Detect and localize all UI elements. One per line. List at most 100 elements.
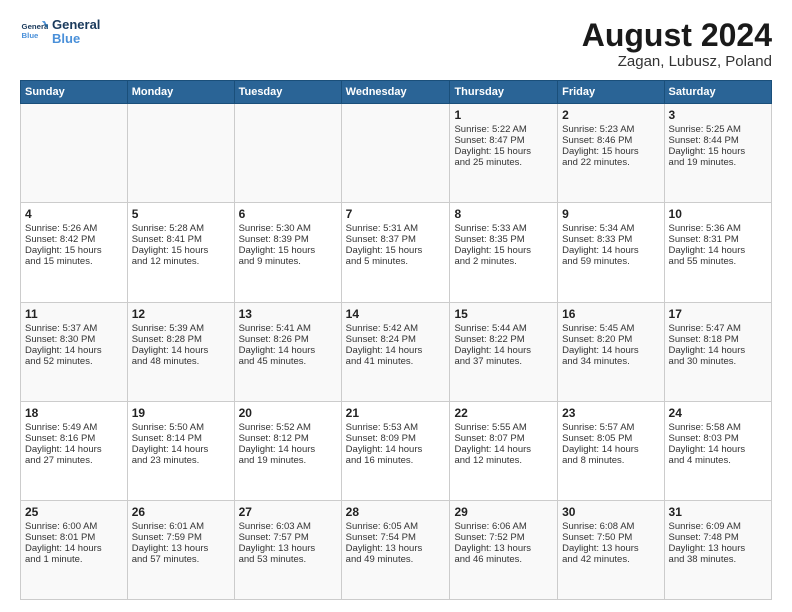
day-info: Daylight: 14 hours: [346, 345, 446, 356]
day-info: Sunset: 8:46 PM: [562, 135, 659, 146]
day-info: and 42 minutes.: [562, 554, 659, 565]
day-info: Sunset: 8:22 PM: [454, 334, 553, 345]
day-info: Daylight: 13 hours: [669, 543, 767, 554]
calendar-cell: 19Sunrise: 5:50 AMSunset: 8:14 PMDayligh…: [127, 401, 234, 500]
svg-text:Blue: Blue: [22, 32, 40, 41]
day-info: and 5 minutes.: [346, 256, 446, 267]
calendar-cell: 10Sunrise: 5:36 AMSunset: 8:31 PMDayligh…: [664, 203, 771, 302]
day-number: 1: [454, 108, 553, 122]
day-info: Daylight: 14 hours: [239, 444, 337, 455]
day-number: 28: [346, 505, 446, 519]
day-number: 23: [562, 406, 659, 420]
day-number: 8: [454, 207, 553, 221]
calendar-cell: 14Sunrise: 5:42 AMSunset: 8:24 PMDayligh…: [341, 302, 450, 401]
day-number: 13: [239, 307, 337, 321]
day-info: and 52 minutes.: [25, 356, 123, 367]
subtitle: Zagan, Lubusz, Poland: [582, 53, 772, 70]
day-number: 7: [346, 207, 446, 221]
day-info: Sunset: 8:01 PM: [25, 532, 123, 543]
day-number: 12: [132, 307, 230, 321]
day-info: Sunrise: 5:26 AM: [25, 223, 123, 234]
calendar-cell: 3Sunrise: 5:25 AMSunset: 8:44 PMDaylight…: [664, 104, 771, 203]
day-info: Daylight: 15 hours: [25, 245, 123, 256]
title-area: August 2024 Zagan, Lubusz, Poland: [582, 18, 772, 70]
calendar-cell: 22Sunrise: 5:55 AMSunset: 8:07 PMDayligh…: [450, 401, 558, 500]
calendar-cell: 4Sunrise: 5:26 AMSunset: 8:42 PMDaylight…: [21, 203, 128, 302]
day-info: and 12 minutes.: [454, 455, 553, 466]
logo-line2: Blue: [52, 32, 100, 46]
logo-icon: General Blue: [20, 18, 48, 46]
day-number: 22: [454, 406, 553, 420]
header: General Blue General Blue August 2024 Za…: [20, 18, 772, 70]
day-info: Sunset: 7:48 PM: [669, 532, 767, 543]
day-number: 15: [454, 307, 553, 321]
day-info: and 19 minutes.: [669, 157, 767, 168]
day-info: and 41 minutes.: [346, 356, 446, 367]
calendar-cell: 20Sunrise: 5:52 AMSunset: 8:12 PMDayligh…: [234, 401, 341, 500]
day-info: and 22 minutes.: [562, 157, 659, 168]
day-info: Daylight: 13 hours: [454, 543, 553, 554]
calendar-cell: 26Sunrise: 6:01 AMSunset: 7:59 PMDayligh…: [127, 500, 234, 599]
header-day-monday: Monday: [127, 81, 234, 104]
calendar-cell: [21, 104, 128, 203]
day-info: Daylight: 13 hours: [132, 543, 230, 554]
day-info: Daylight: 14 hours: [669, 345, 767, 356]
day-info: and 45 minutes.: [239, 356, 337, 367]
day-number: 30: [562, 505, 659, 519]
day-info: Sunrise: 5:34 AM: [562, 223, 659, 234]
day-info: Daylight: 15 hours: [562, 146, 659, 157]
calendar-cell: 24Sunrise: 5:58 AMSunset: 8:03 PMDayligh…: [664, 401, 771, 500]
day-info: Sunset: 8:28 PM: [132, 334, 230, 345]
day-info: Sunrise: 5:53 AM: [346, 422, 446, 433]
calendar-cell: 6Sunrise: 5:30 AMSunset: 8:39 PMDaylight…: [234, 203, 341, 302]
day-info: Sunrise: 5:58 AM: [669, 422, 767, 433]
day-number: 14: [346, 307, 446, 321]
day-info: Daylight: 14 hours: [132, 345, 230, 356]
day-number: 10: [669, 207, 767, 221]
day-info: Sunrise: 6:00 AM: [25, 521, 123, 532]
day-info: Daylight: 13 hours: [239, 543, 337, 554]
calendar-cell: 23Sunrise: 5:57 AMSunset: 8:05 PMDayligh…: [558, 401, 664, 500]
day-info: Sunset: 8:26 PM: [239, 334, 337, 345]
day-info: Sunset: 8:30 PM: [25, 334, 123, 345]
calendar-cell: 25Sunrise: 6:00 AMSunset: 8:01 PMDayligh…: [21, 500, 128, 599]
day-info: Sunrise: 5:52 AM: [239, 422, 337, 433]
day-info: Sunset: 8:35 PM: [454, 234, 553, 245]
day-info: Daylight: 15 hours: [132, 245, 230, 256]
day-info: Sunrise: 5:36 AM: [669, 223, 767, 234]
calendar-cell: 5Sunrise: 5:28 AMSunset: 8:41 PMDaylight…: [127, 203, 234, 302]
day-number: 9: [562, 207, 659, 221]
day-info: Sunrise: 5:44 AM: [454, 323, 553, 334]
day-info: and 30 minutes.: [669, 356, 767, 367]
calendar-cell: 9 Sunrise: 5:34 AMSunset: 8:33 PMDaylight…: [558, 203, 664, 302]
day-info: and 9 minutes.: [239, 256, 337, 267]
day-info: Sunset: 7:52 PM: [454, 532, 553, 543]
day-number: 5: [132, 207, 230, 221]
day-info: Daylight: 14 hours: [669, 444, 767, 455]
header-day-saturday: Saturday: [664, 81, 771, 104]
day-info: Daylight: 14 hours: [669, 245, 767, 256]
day-info: and 1 minute.: [25, 554, 123, 565]
day-info: Daylight: 15 hours: [669, 146, 767, 157]
day-info: and 38 minutes.: [669, 554, 767, 565]
calendar-cell: 31Sunrise: 6:09 AMSunset: 7:48 PMDayligh…: [664, 500, 771, 599]
day-info: Sunrise: 5:28 AM: [132, 223, 230, 234]
day-info: and 23 minutes.: [132, 455, 230, 466]
day-number: 4: [25, 207, 123, 221]
day-info: Sunset: 8:05 PM: [562, 433, 659, 444]
header-day-sunday: Sunday: [21, 81, 128, 104]
day-info: Sunset: 8:33 PM: [562, 234, 659, 245]
day-info: Daylight: 14 hours: [562, 245, 659, 256]
day-number: 19: [132, 406, 230, 420]
main-title: August 2024: [582, 18, 772, 53]
day-info: Sunrise: 5:49 AM: [25, 422, 123, 433]
day-number: 20: [239, 406, 337, 420]
day-number: 25: [25, 505, 123, 519]
day-number: 24: [669, 406, 767, 420]
day-info: Daylight: 15 hours: [454, 245, 553, 256]
calendar-cell: 17Sunrise: 5:47 AMSunset: 8:18 PMDayligh…: [664, 302, 771, 401]
day-info: Sunset: 8:37 PM: [346, 234, 446, 245]
day-info: and 4 minutes.: [669, 455, 767, 466]
calendar-cell: 16Sunrise: 5:45 AMSunset: 8:20 PMDayligh…: [558, 302, 664, 401]
calendar-cell: 28Sunrise: 6:05 AMSunset: 7:54 PMDayligh…: [341, 500, 450, 599]
